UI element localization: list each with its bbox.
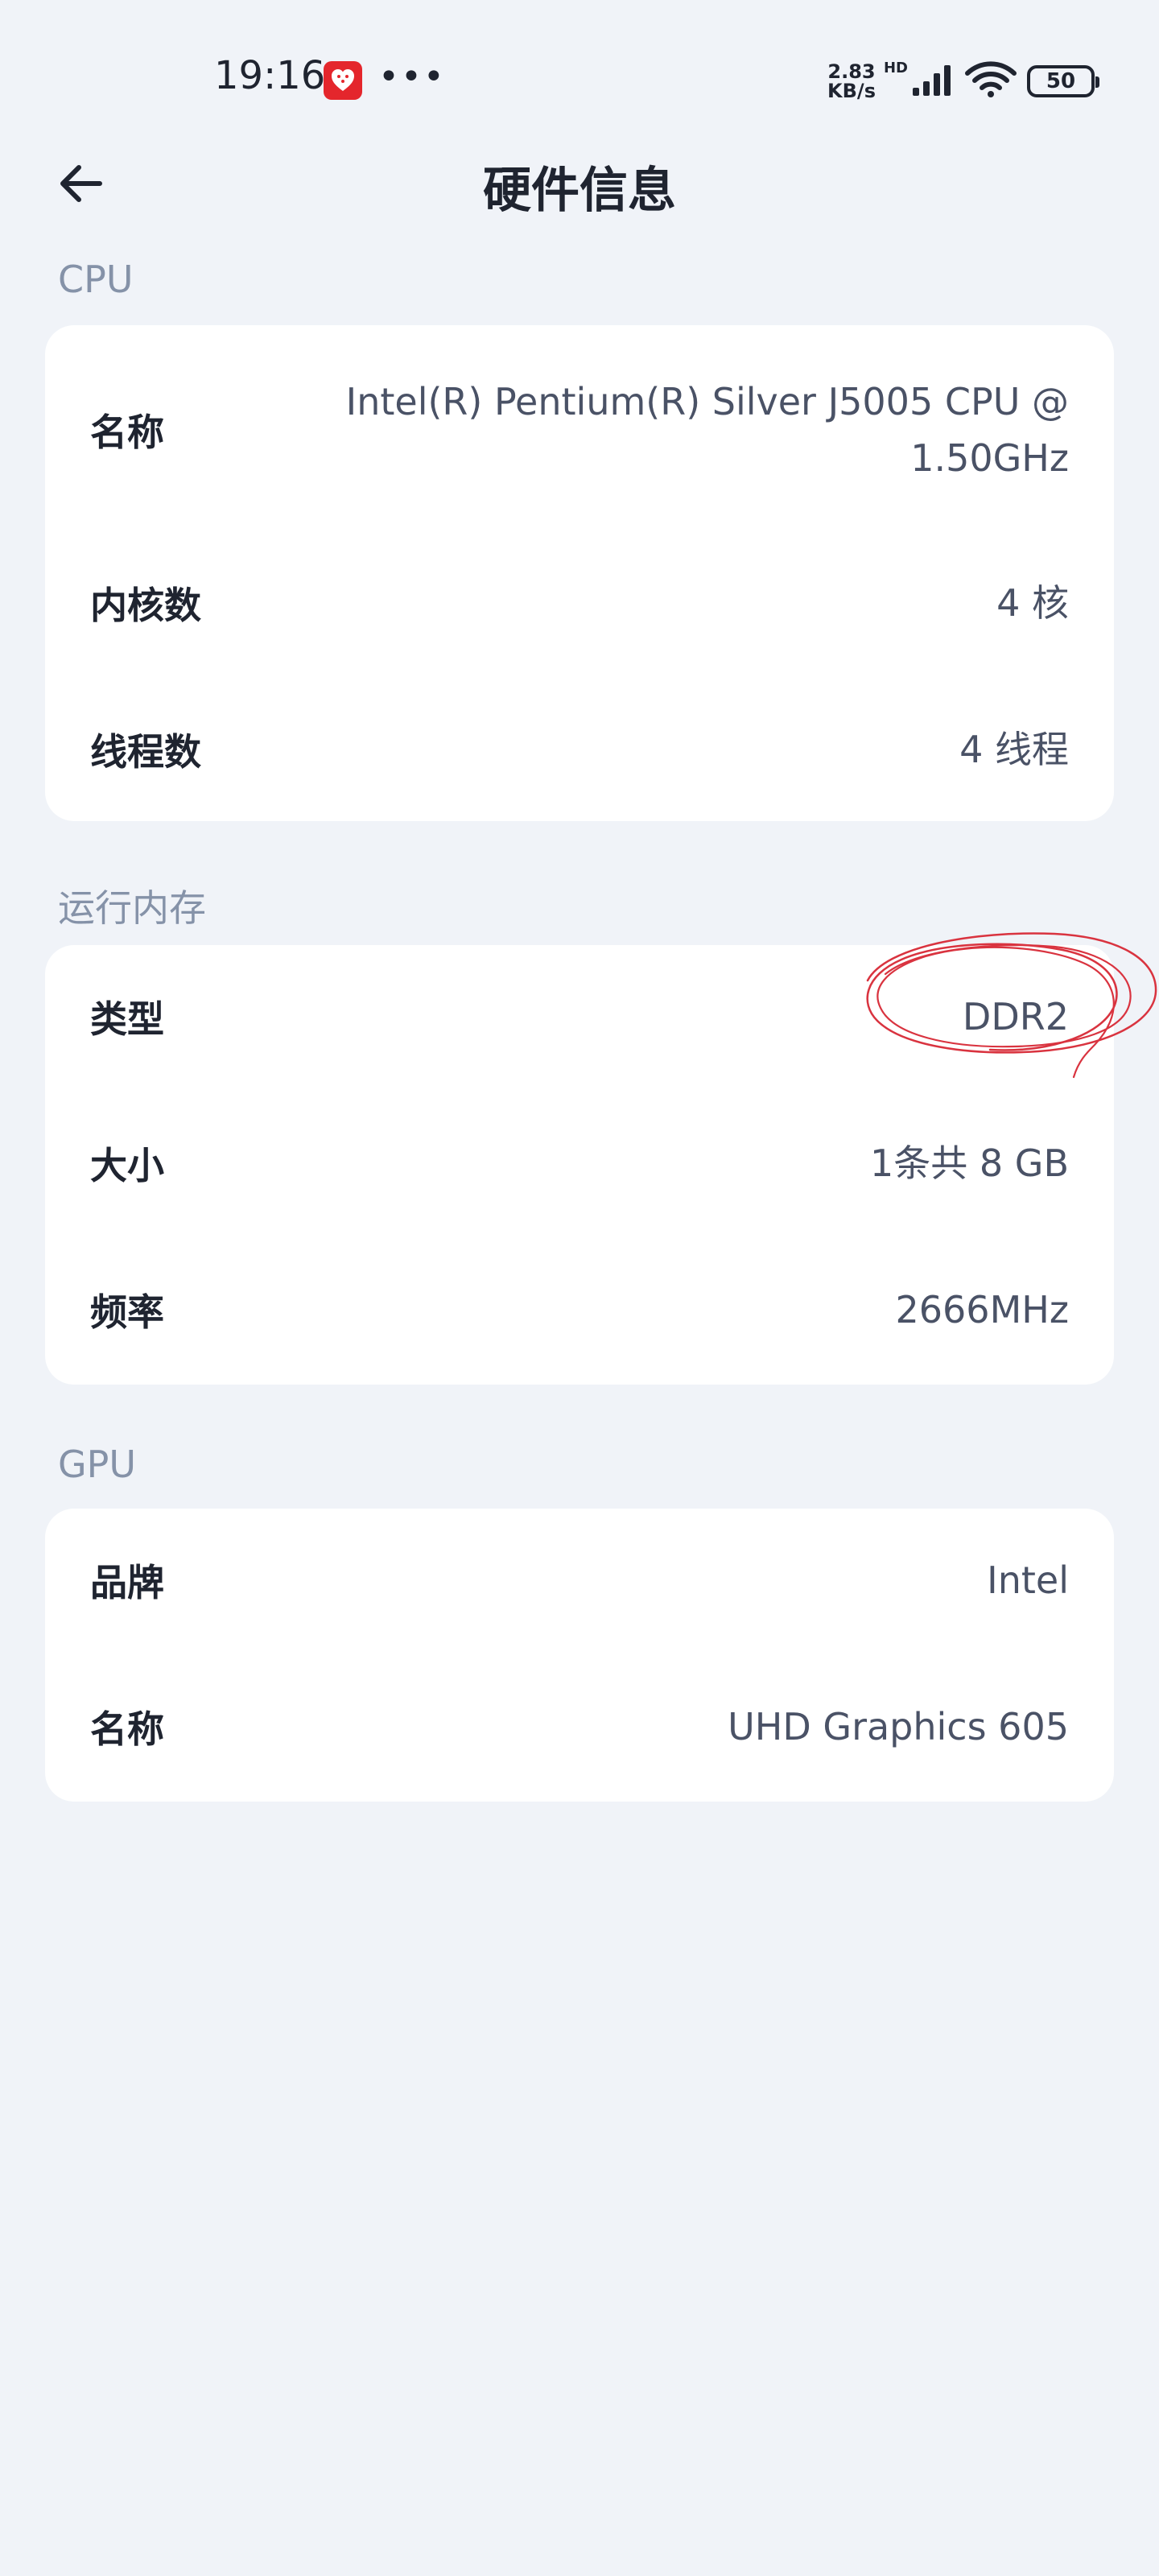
memory-card: 类型 DDR2 大小 1条共 8 GB 频率 2666MHz [45,945,1114,1385]
cpu-name-line1: Intel(R) Pentium(R) Silver J5005 CPU @ [345,380,1069,423]
gpu-row-brand: 品牌 Intel [45,1536,1114,1624]
row-label: 名称 [90,411,164,454]
network-speed-unit: KB/s [827,80,876,102]
network-speed-value: 2.83 [827,60,876,83]
row-value: Intel [987,1558,1069,1602]
cpu-row-cores: 内核数 4 核 [45,559,1114,647]
row-value: 4 核 [996,581,1069,625]
app-notification-icon [324,61,362,100]
more-dots-icon: ••• [378,56,446,97]
row-value: 2666MHz [895,1288,1070,1331]
row-label: 线程数 [90,730,201,774]
section-title-gpu: GPU [58,1443,137,1486]
hd-badge: HD [883,60,908,76]
row-value: Intel(R) Pentium(R) Silver J5005 CPU @ 1… [346,374,1069,486]
row-label: 内核数 [90,584,201,627]
memory-row-frequency: 频率 2666MHz [45,1265,1114,1354]
network-speed: 2.83 KB/s [827,62,876,101]
memory-row-size: 大小 1条共 8 GB [45,1119,1114,1208]
row-value: UHD Graphics 605 [728,1705,1069,1748]
row-value: 4 线程 [959,728,1069,771]
memory-row-type: 类型 DDR2 [45,972,1114,1061]
cpu-name-line2: 1.50GHz [910,436,1069,480]
row-value: DDR2 [962,995,1069,1038]
row-label: 名称 [90,1707,164,1751]
row-label: 类型 [90,997,164,1041]
battery-icon: 50 [1027,65,1099,97]
section-title-cpu: CPU [58,258,134,301]
section-title-memory: 运行内存 [58,886,206,930]
cpu-row-threads: 线程数 4 线程 [45,705,1114,794]
row-label: 品牌 [90,1561,164,1604]
status-right-cluster: 2.83 KB/s HD 50 [827,60,1099,103]
gpu-row-name: 名称 UHD Graphics 605 [45,1682,1114,1771]
status-time: 19:16 [214,53,326,98]
wifi-icon [964,60,1017,102]
cpu-row-name: 名称 Intel(R) Pentium(R) Silver J5005 CPU … [45,357,1114,502]
row-label: 频率 [90,1290,164,1334]
cpu-card: 名称 Intel(R) Pentium(R) Silver J5005 CPU … [45,325,1114,821]
row-label: 大小 [90,1144,164,1187]
gpu-card: 品牌 Intel 名称 UHD Graphics 605 [45,1509,1114,1802]
signal-icon [911,62,956,101]
row-value: 1条共 8 GB [870,1141,1069,1185]
page-title: 硬件信息 [483,163,676,219]
app-header: 硬件信息 [0,137,1159,233]
